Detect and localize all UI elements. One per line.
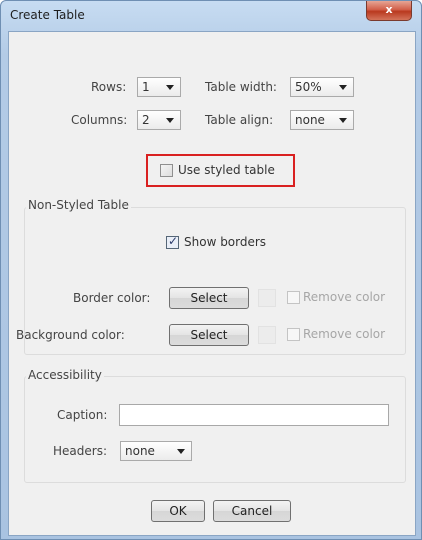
dialog-body: Rows: 1 Table width: 50% Columns: 2 Tabl… [8,31,416,536]
accessibility-title: Accessibility [26,368,104,382]
background-color-select-button[interactable]: Select [169,324,249,346]
accessibility-group [24,376,406,483]
rows-label: Rows: [91,80,127,94]
close-icon: x [385,3,393,16]
chevron-down-icon [339,85,347,90]
create-table-dialog: Create Table x Rows: 1 Table width: 50% … [0,0,422,540]
cancel-button[interactable]: Cancel [213,500,291,522]
use-styled-table-label[interactable]: Use styled table [178,163,275,177]
chevron-down-icon [166,118,174,123]
chevron-down-icon [177,449,185,454]
show-borders-label[interactable]: Show borders [184,235,266,249]
rows-select[interactable]: 1 [137,77,181,97]
table-align-label: Table align: [205,113,274,127]
border-color-swatch [258,289,276,307]
chevron-down-icon [166,85,174,90]
ok-button[interactable]: OK [151,500,205,522]
table-width-select[interactable]: 50% [290,77,354,97]
background-color-label: Background color: [16,328,125,342]
background-color-swatch [258,326,276,344]
border-remove-color-label: Remove color [303,290,386,304]
use-styled-table-checkbox[interactable] [160,164,173,177]
headers-label: Headers: [53,444,107,458]
headers-select[interactable]: none [120,441,192,461]
title-bar[interactable]: Create Table x [1,1,421,31]
caption-input[interactable] [119,404,389,426]
caption-label: Caption: [57,408,108,422]
checkmark-icon: ✓ [168,234,179,248]
table-align-value: none [295,113,325,127]
background-remove-color-label: Remove color [303,327,386,341]
non-styled-table-title: Non-Styled Table [26,198,131,212]
headers-value: none [125,444,155,458]
rows-value: 1 [142,80,150,94]
table-align-select[interactable]: none [290,110,354,130]
background-remove-color-checkbox[interactable] [287,328,300,341]
close-button[interactable]: x [366,1,412,21]
border-remove-color-checkbox[interactable] [287,291,300,304]
columns-value: 2 [142,113,150,127]
chevron-down-icon [339,118,347,123]
table-width-label: Table width: [205,80,277,94]
dialog-title: Create Table [10,8,85,22]
columns-label: Columns: [71,113,128,127]
columns-select[interactable]: 2 [137,110,181,130]
border-color-select-button[interactable]: Select [169,287,249,309]
show-borders-checkbox[interactable]: ✓ [166,234,179,249]
table-width-value: 50% [295,80,322,94]
border-color-label: Border color: [73,291,151,305]
